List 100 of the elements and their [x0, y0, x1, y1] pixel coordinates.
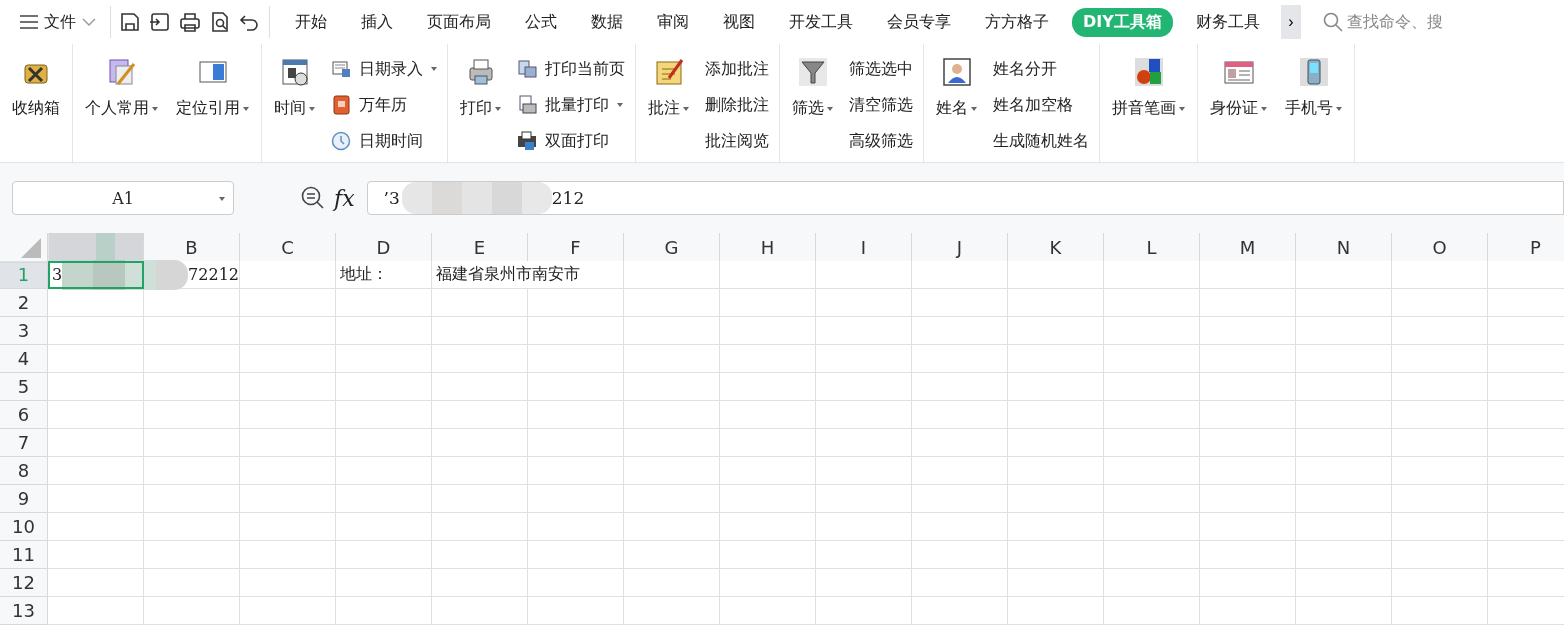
table-cell[interactable] — [1488, 373, 1564, 401]
table-cell[interactable] — [528, 429, 624, 457]
table-cell[interactable] — [912, 569, 1008, 597]
ribbon-button[interactable]: 添加批注 — [705, 56, 769, 82]
table-cell[interactable] — [144, 597, 240, 625]
table-cell[interactable] — [816, 401, 912, 429]
table-cell[interactable] — [1296, 569, 1392, 597]
ribbon-tab[interactable]: 数据 — [580, 7, 634, 37]
table-cell[interactable] — [240, 261, 336, 289]
table-cell[interactable] — [816, 429, 912, 457]
table-cell[interactable] — [816, 261, 912, 289]
table-cell[interactable] — [144, 317, 240, 345]
table-cell[interactable] — [336, 373, 432, 401]
table-cell[interactable] — [816, 289, 912, 317]
table-cell[interactable] — [528, 401, 624, 429]
ribbon-button[interactable]: 双面打印 — [517, 128, 625, 154]
ribbon-tab[interactable]: 页面布局 — [416, 7, 502, 37]
table-cell[interactable]: 福建省泉州市南安市 — [432, 261, 624, 289]
ribbon-tab[interactable]: 视图 — [712, 7, 766, 37]
table-cell[interactable] — [624, 541, 720, 569]
ribbon-button[interactable]: 日期时间 — [331, 128, 437, 154]
table-cell[interactable] — [48, 485, 144, 513]
table-cell[interactable] — [144, 541, 240, 569]
ribbon-tab[interactable]: 插入 — [350, 7, 404, 37]
more-tabs-button[interactable]: › — [1280, 5, 1301, 39]
table-cell[interactable] — [1008, 569, 1104, 597]
ribbon-button[interactable]: 批量打印 — [517, 92, 625, 118]
table-cell[interactable] — [912, 345, 1008, 373]
table-cell[interactable] — [240, 317, 336, 345]
print-preview-icon[interactable] — [209, 11, 231, 33]
table-cell[interactable] — [816, 457, 912, 485]
table-cell[interactable] — [240, 541, 336, 569]
ribbon-button[interactable]: 打印当前页 — [517, 56, 625, 82]
table-cell[interactable] — [1008, 597, 1104, 625]
table-cell[interactable] — [336, 485, 432, 513]
table-cell[interactable] — [624, 289, 720, 317]
table-cell[interactable] — [1200, 513, 1296, 541]
table-cell[interactable] — [912, 457, 1008, 485]
table-cell[interactable] — [1104, 261, 1200, 289]
table-cell[interactable] — [1200, 261, 1296, 289]
table-cell[interactable] — [432, 345, 528, 373]
table-cell[interactable] — [144, 345, 240, 373]
ribbon-button[interactable]: 定位引用 — [174, 50, 251, 162]
table-cell[interactable] — [48, 373, 144, 401]
ribbon-button[interactable]: 高级筛选 — [849, 128, 913, 154]
table-cell[interactable] — [240, 513, 336, 541]
ribbon-button[interactable]: 筛选选中 — [849, 56, 913, 82]
table-cell[interactable] — [1296, 289, 1392, 317]
table-cell[interactable] — [528, 513, 624, 541]
table-cell[interactable] — [720, 485, 816, 513]
table-cell[interactable] — [48, 317, 144, 345]
table-cell[interactable] — [528, 597, 624, 625]
table-cell[interactable] — [912, 513, 1008, 541]
table-cell[interactable] — [1008, 345, 1104, 373]
search-field[interactable]: 查找命令、搜 — [1322, 11, 1443, 33]
table-cell[interactable] — [432, 513, 528, 541]
table-cell[interactable] — [240, 429, 336, 457]
table-cell[interactable] — [48, 401, 144, 429]
table-cell[interactable] — [816, 597, 912, 625]
table-cell[interactable] — [624, 401, 720, 429]
table-cell[interactable] — [720, 345, 816, 373]
table-cell[interactable] — [1104, 289, 1200, 317]
table-cell[interactable] — [720, 317, 816, 345]
ribbon-button[interactable]: 手机号 — [1283, 50, 1344, 162]
table-cell[interactable] — [432, 541, 528, 569]
table-cell[interactable] — [1104, 597, 1200, 625]
table-cell[interactable] — [624, 485, 720, 513]
table-cell[interactable] — [144, 569, 240, 597]
table-cell[interactable] — [1296, 429, 1392, 457]
table-cell[interactable] — [144, 485, 240, 513]
table-cell[interactable] — [48, 429, 144, 457]
table-cell[interactable] — [624, 261, 720, 289]
table-cell[interactable] — [144, 429, 240, 457]
table-cell[interactable] — [240, 401, 336, 429]
table-cell[interactable] — [528, 457, 624, 485]
ribbon-tab[interactable]: 开始 — [284, 7, 338, 37]
table-cell[interactable] — [624, 373, 720, 401]
table-cell[interactable] — [720, 541, 816, 569]
table-cell[interactable] — [432, 401, 528, 429]
table-cell[interactable] — [1200, 485, 1296, 513]
table-cell[interactable] — [1200, 373, 1296, 401]
table-cell[interactable] — [1200, 345, 1296, 373]
ribbon-button[interactable]: 筛选 — [790, 50, 835, 162]
table-cell[interactable] — [912, 261, 1008, 289]
table-cell[interactable] — [1392, 485, 1488, 513]
table-cell[interactable] — [1488, 345, 1564, 373]
table-cell[interactable]: 地址： — [336, 261, 432, 289]
ribbon-button[interactable]: 日期录入 — [331, 56, 437, 82]
table-cell[interactable] — [528, 289, 624, 317]
table-cell[interactable] — [240, 569, 336, 597]
table-cell[interactable] — [336, 317, 432, 345]
table-cell[interactable] — [1392, 429, 1488, 457]
table-cell[interactable] — [912, 401, 1008, 429]
function-button[interactable]: fx — [334, 185, 355, 211]
table-cell[interactable] — [528, 317, 624, 345]
table-cell[interactable] — [432, 373, 528, 401]
table-cell[interactable] — [1104, 541, 1200, 569]
table-cell[interactable] — [816, 485, 912, 513]
ribbon-button[interactable]: 批注 — [646, 50, 691, 162]
table-cell[interactable] — [1200, 597, 1296, 625]
